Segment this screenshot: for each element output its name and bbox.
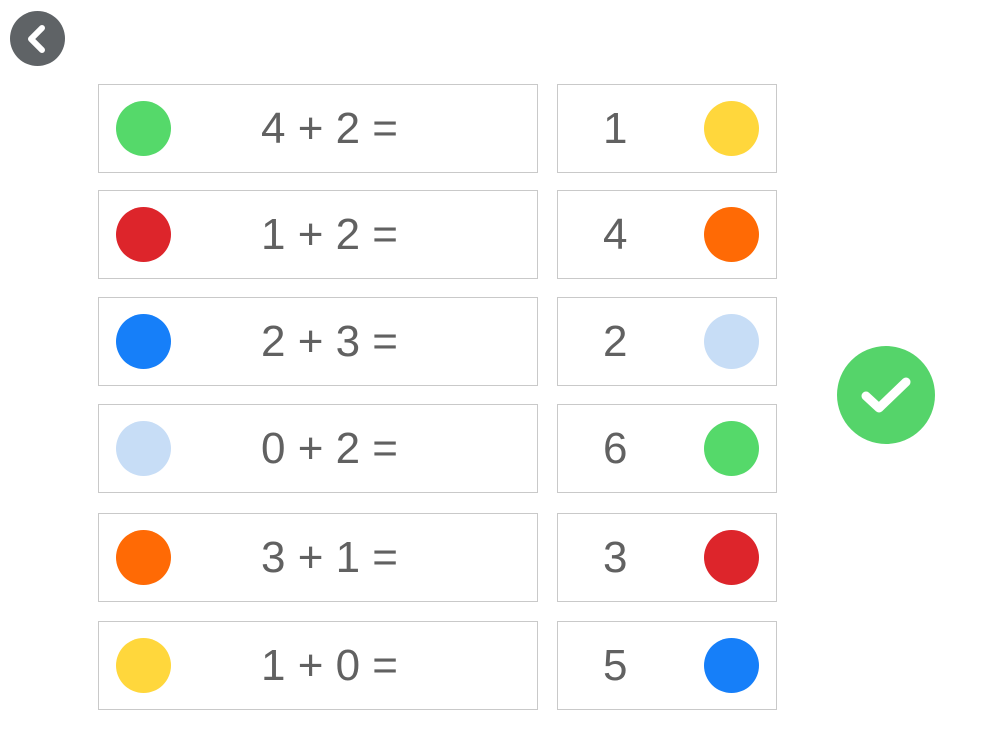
equation-card[interactable]: 1 + 0 = (98, 621, 538, 710)
answer-card[interactable]: 4 (557, 190, 777, 279)
color-dot (116, 314, 171, 369)
equation-card[interactable]: 2 + 3 = (98, 297, 538, 386)
equation-text: 2 + 3 = (261, 317, 399, 366)
answer-text: 4 (603, 210, 628, 259)
answer-card[interactable]: 1 (557, 84, 777, 173)
equation-text: 1 + 2 = (261, 210, 399, 259)
answer-text: 6 (603, 424, 628, 473)
equation-text: 1 + 0 = (261, 641, 399, 690)
equation-card[interactable]: 4 + 2 = (98, 84, 538, 173)
color-dot (704, 530, 759, 585)
answer-card[interactable]: 3 (557, 513, 777, 602)
answer-card[interactable]: 6 (557, 404, 777, 493)
equation-text: 3 + 1 = (261, 533, 399, 582)
back-button[interactable] (10, 11, 65, 66)
chevron-left-icon (27, 24, 45, 53)
color-dot (116, 421, 171, 476)
color-dot (704, 421, 759, 476)
color-dot (704, 207, 759, 262)
equation-card[interactable]: 3 + 1 = (98, 513, 538, 602)
color-dot (704, 314, 759, 369)
color-dot (116, 101, 171, 156)
equation-text: 4 + 2 = (261, 104, 399, 153)
color-dot (116, 638, 171, 693)
answer-text: 1 (603, 104, 628, 153)
checkmark-icon (861, 377, 911, 413)
answer-text: 2 (603, 317, 628, 366)
color-dot (116, 530, 171, 585)
answer-text: 5 (603, 641, 628, 690)
color-dot (704, 638, 759, 693)
equation-text: 0 + 2 = (261, 424, 399, 473)
color-dot (116, 207, 171, 262)
answer-card[interactable]: 2 (557, 297, 777, 386)
equation-card[interactable]: 0 + 2 = (98, 404, 538, 493)
check-answers-button[interactable] (837, 346, 935, 444)
answer-text: 3 (603, 533, 628, 582)
answer-card[interactable]: 5 (557, 621, 777, 710)
color-dot (704, 101, 759, 156)
equation-card[interactable]: 1 + 2 = (98, 190, 538, 279)
